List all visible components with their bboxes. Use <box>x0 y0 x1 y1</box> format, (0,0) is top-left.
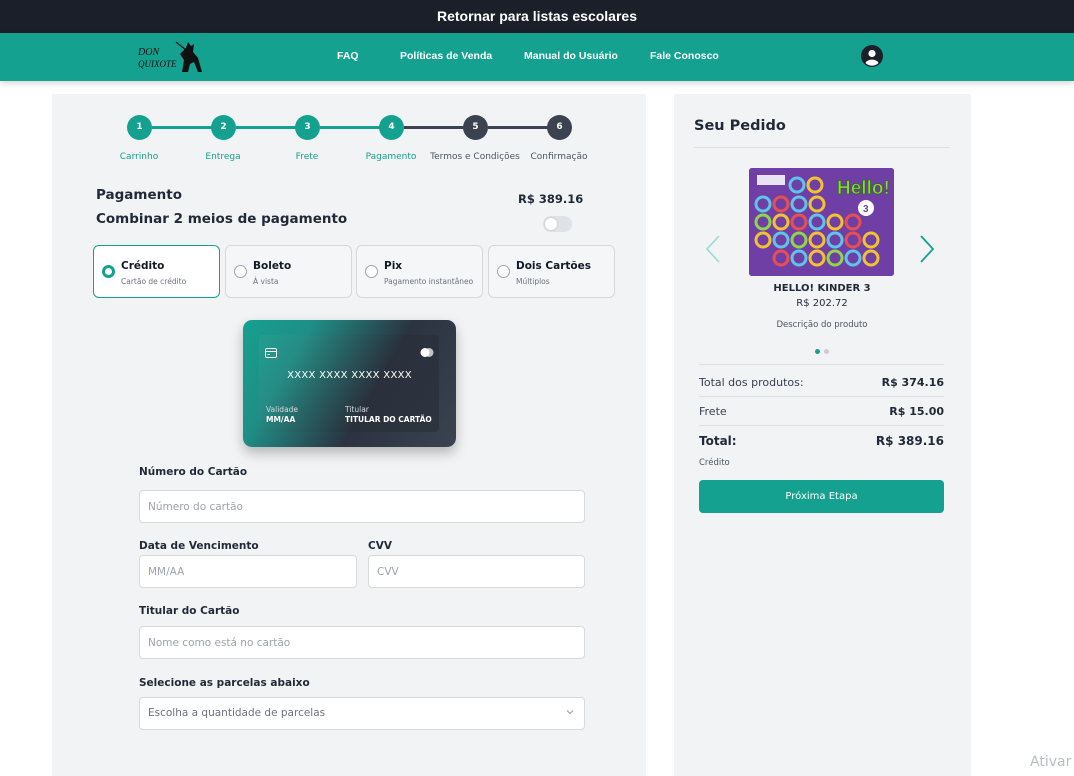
payment-total: R$ 389.16 <box>518 192 584 206</box>
payment-method-pix[interactable]: Pix Pagamento instantâneo <box>356 245 483 298</box>
svg-text:QUIXOTE: QUIXOTE <box>138 59 177 69</box>
installments-selected-value: Escolha a quantidade de parcelas <box>148 707 326 719</box>
shipping-row: Frete R$ 15.00 <box>699 405 944 418</box>
installments-select[interactable]: Escolha a quantidade de parcelas <box>139 697 585 730</box>
nav-link-contact[interactable]: Fale Conosco <box>650 50 719 62</box>
step-3-circle[interactable]: 3 <box>295 115 320 140</box>
card-holder-label: Titular do Cartão <box>139 605 240 617</box>
radio-icon[interactable] <box>497 265 510 278</box>
svg-text:Hello!: Hello! <box>837 178 890 199</box>
method-subtitle: Múltiplos <box>516 277 550 286</box>
products-total-label: Total dos produtos: <box>699 376 804 389</box>
os-activation-watermark: Ativar <box>1030 754 1072 770</box>
user-circle-icon[interactable] <box>861 45 883 67</box>
order-divider <box>694 147 950 148</box>
product-description: Descrição do produto <box>776 320 868 330</box>
order-title: Seu Pedido <box>694 118 786 134</box>
step-4-label: Pagamento <box>365 152 417 162</box>
store-logo[interactable]: DON QUIXOTE <box>136 38 208 76</box>
combine-payments-toggle[interactable] <box>543 216 572 232</box>
step-6-label: Confirmação <box>530 152 588 162</box>
method-subtitle: À vista <box>253 277 279 286</box>
grand-total-value: R$ 389.16 <box>875 434 944 448</box>
carousel-dot[interactable] <box>824 349 829 354</box>
method-title: Pix <box>384 260 403 272</box>
expiry-label: Data de Vencimento <box>139 540 259 552</box>
radio-icon[interactable] <box>365 265 378 278</box>
product-name: HELLO! KINDER 3 <box>773 283 871 294</box>
card-holder-input[interactable] <box>139 626 585 659</box>
step-3-label: Frete <box>295 152 319 162</box>
step-5-circle[interactable]: 5 <box>463 115 488 140</box>
step-2-label: Entrega <box>205 152 241 162</box>
card-holder-value: TITULAR DO CARTÃO <box>345 415 432 424</box>
card-brand-icon <box>420 343 434 362</box>
cvv-input[interactable] <box>368 555 585 588</box>
card-validity-label: Validade <box>266 405 299 414</box>
credit-card-preview: XXXX XXXX XXXX XXXX Validade MM/AA Titul… <box>243 320 456 447</box>
step-5-label: Termos e Condições <box>430 152 520 162</box>
summary-divider <box>699 396 944 397</box>
products-total-row: Total dos produtos: R$ 374.16 <box>699 376 944 389</box>
carousel-dot-active[interactable] <box>815 349 820 354</box>
nav-link-sales-policies[interactable]: Políticas de Venda <box>400 50 492 62</box>
step-1-circle[interactable]: 1 <box>127 115 152 140</box>
product-image[interactable]: Hello! 3 <box>749 168 894 276</box>
main-navbar: DON QUIXOTE FAQ Políticas de Venda Manua… <box>0 33 1074 81</box>
card-holder-label: Titular <box>345 405 369 414</box>
card-number-input[interactable] <box>139 490 585 523</box>
chevron-down-icon <box>566 698 574 729</box>
summary-divider <box>699 364 944 365</box>
payment-method-two-cards[interactable]: Dois Cartões Múltiplos <box>488 245 615 298</box>
nav-link-faq[interactable]: FAQ <box>337 50 359 62</box>
installments-label: Selecione as parcelas abaixo <box>139 677 310 689</box>
card-chip-icon <box>265 343 277 362</box>
grand-total-label: Total: <box>699 434 737 448</box>
method-title: Dois Cartões <box>516 260 592 272</box>
method-title: Crédito <box>121 260 165 272</box>
carousel-prev-icon[interactable] <box>705 234 721 272</box>
payment-method-boleto[interactable]: Boleto À vista <box>225 245 352 298</box>
shipping-value: R$ 15.00 <box>889 405 944 418</box>
step-1-label: Carrinho <box>119 152 159 162</box>
step-4-circle[interactable]: 4 <box>379 115 404 140</box>
step-6-circle[interactable]: 6 <box>547 115 572 140</box>
next-step-button[interactable]: Próxima Etapa <box>699 480 944 513</box>
step-2-circle[interactable]: 2 <box>211 115 236 140</box>
nav-link-user-manual[interactable]: Manual do Usuário <box>524 50 618 62</box>
card-validity-value: MM/AA <box>266 415 296 424</box>
cvv-label: CVV <box>368 540 392 552</box>
combine-payments-label: Combinar 2 meios de pagamento <box>96 211 348 227</box>
svg-text:3: 3 <box>863 204 869 215</box>
card-number-label: Número do Cartão <box>139 466 248 478</box>
payment-title: Pagamento <box>96 187 182 203</box>
svg-text:DON: DON <box>137 47 160 58</box>
card-number-preview: XXXX XXXX XXXX XXXX <box>287 370 412 381</box>
method-subtitle: Cartão de crédito <box>121 277 187 286</box>
payment-method-credit[interactable]: Crédito Cartão de crédito <box>93 245 220 298</box>
summary-divider <box>699 425 944 426</box>
products-total-value: R$ 374.16 <box>881 376 944 389</box>
method-subtitle: Pagamento instantâneo <box>384 277 474 286</box>
selected-method-label: Crédito <box>699 458 730 468</box>
expiry-input[interactable] <box>139 555 357 588</box>
method-title: Boleto <box>253 260 292 272</box>
shipping-label: Frete <box>699 405 727 418</box>
grand-total-row: Total: R$ 389.16 <box>699 434 944 448</box>
carousel-next-icon[interactable] <box>919 234 935 272</box>
radio-icon[interactable] <box>234 265 247 278</box>
product-price: R$ 202.72 <box>796 298 848 309</box>
radio-selected-icon[interactable] <box>102 265 115 278</box>
return-to-lists-bar[interactable]: Retornar para listas escolares <box>0 0 1074 33</box>
